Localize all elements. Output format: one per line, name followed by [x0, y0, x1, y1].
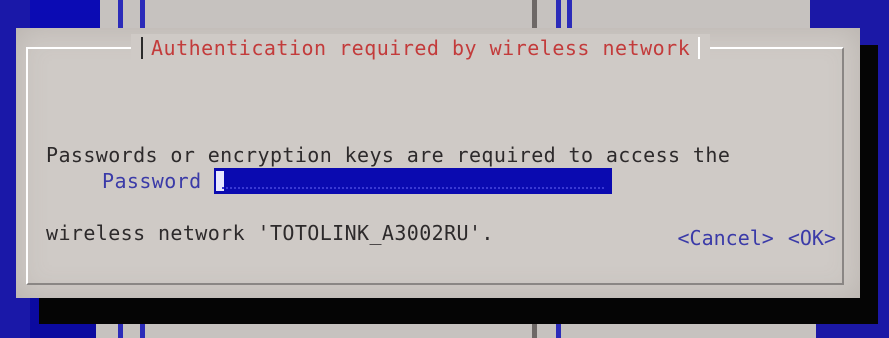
title-bracket-right [698, 37, 701, 59]
dialog-buttons: <Cancel> <OK> [678, 226, 837, 250]
background-bottom-panel [96, 324, 816, 338]
dialog-shadow-right [860, 45, 878, 324]
cancel-button[interactable]: <Cancel> [678, 226, 774, 250]
ok-button[interactable]: <OK> [788, 226, 836, 250]
auth-dialog: Authentication required by wireless netw… [16, 28, 860, 298]
terminal-screen: Authentication required by wireless netw… [0, 0, 889, 338]
password-field-wrapper [213, 168, 612, 194]
message-line: wireless network 'TOTOLINK_A3002RU'. [46, 221, 494, 245]
dialog-title-bar: Authentication required by wireless netw… [131, 34, 711, 62]
background-divider [140, 324, 145, 338]
dialog-message: Passwords or encryption keys are require… [46, 90, 730, 298]
background-divider [118, 324, 123, 338]
password-label: Password [102, 169, 202, 193]
message-line: Passwords or encryption keys are require… [46, 143, 731, 167]
title-bracket-left [141, 37, 143, 59]
background-divider [556, 324, 561, 338]
password-row: Password [102, 168, 612, 194]
password-input[interactable] [213, 168, 612, 194]
background-divider [532, 324, 537, 338]
dialog-shadow-bottom [39, 298, 878, 324]
dialog-title: Authentication required by wireless netw… [151, 36, 691, 60]
